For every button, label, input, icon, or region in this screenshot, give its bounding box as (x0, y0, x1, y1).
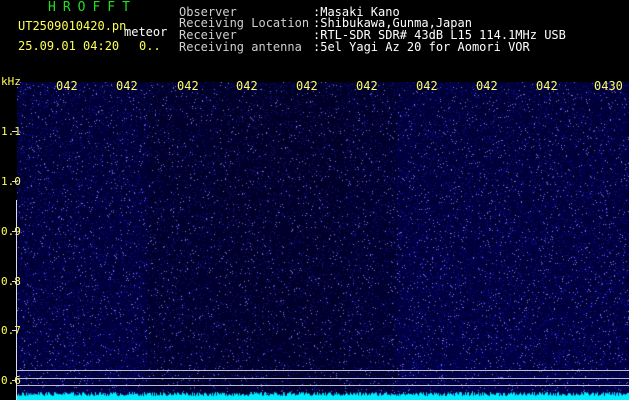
x-tick-label: 042 (116, 79, 138, 93)
x-tick-label: 042 (177, 79, 199, 93)
x-tick-label: 042 (476, 79, 498, 93)
reference-line-upper (17, 370, 629, 371)
y-tick-mark (12, 330, 17, 331)
observation-datetime: 25.09.01 04:20 (18, 39, 120, 53)
antenna-label: Receiving antenna (179, 40, 302, 54)
x-tick-label: 042 (356, 79, 378, 93)
x-tick-label: 042 (296, 79, 318, 93)
file-name: UT2509010420.pn (18, 19, 127, 33)
reference-line-lower (17, 385, 629, 386)
spectrogram-waterfall (17, 82, 629, 400)
brand-title: HROFFT (48, 0, 137, 15)
reference-line-middle (17, 378, 629, 379)
ellipsis-label: 0.. (139, 39, 161, 53)
header-panel: HROFFT UT2509010420.pn meteor 25.09.01 0… (0, 0, 629, 78)
antenna-value: :5el Yagi Az 20 for Aomori VOR (313, 40, 530, 54)
x-tick-label: 042 (236, 79, 258, 93)
y-tick-mark (12, 281, 17, 282)
y-tick-label: 0.9 (1, 225, 21, 238)
x-tick-label: 0430 (594, 79, 623, 93)
y-tick-mark (12, 231, 17, 232)
y-tick-mark (12, 131, 17, 132)
x-tick-label: 042 (416, 79, 438, 93)
x-tick-label: 042 (536, 79, 558, 93)
mode-label: meteor (124, 25, 168, 39)
y-tick-label: 1.1 (1, 125, 21, 138)
x-tick-label: 042 (56, 79, 78, 93)
y-tick-label: 1.0 (1, 175, 21, 188)
waterfall-canvas (17, 82, 629, 400)
y-tick-mark (12, 181, 17, 182)
y-tick-label: 0.7 (1, 324, 21, 337)
y-tick-label: 0.6 (1, 374, 21, 387)
y-axis-unit: kHz (1, 75, 21, 88)
y-tick-label: 0.8 (1, 275, 21, 288)
y-tick-mark (12, 380, 17, 381)
